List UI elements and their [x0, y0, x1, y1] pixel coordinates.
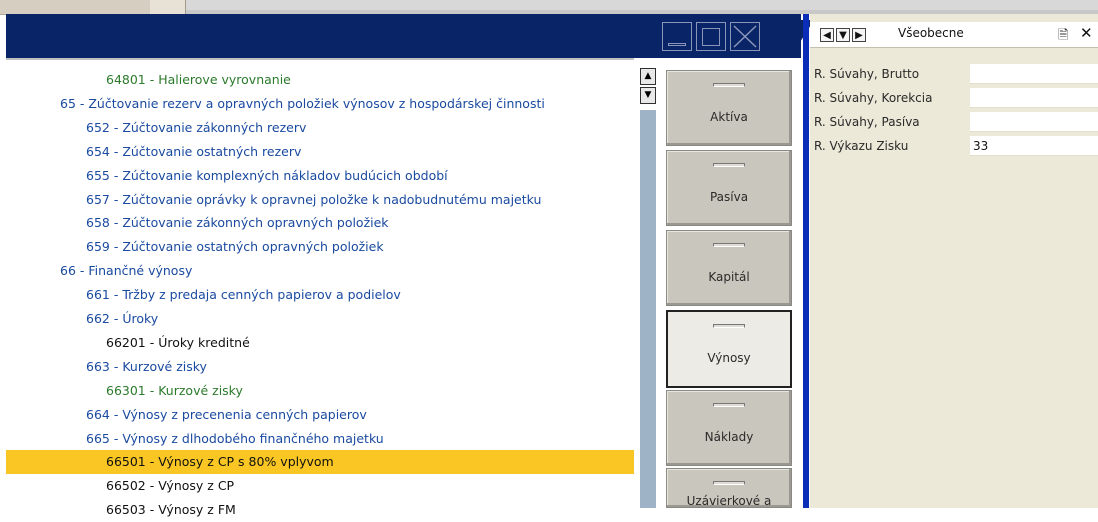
scroll-down-button[interactable]: ▼: [640, 87, 656, 104]
properties-header: ◀ ▼ ▶ Všeobecne 🗎 ✕: [810, 22, 1098, 48]
tab-pasiva[interactable]: Pasíva: [666, 150, 792, 226]
list-item[interactable]: 655 - Zúčtovanie komplexných nákladov bu…: [86, 164, 448, 188]
list-item[interactable]: 66503 - Výnosy z FM: [106, 498, 236, 522]
field-label: R. Súvahy, Brutto: [814, 67, 920, 81]
tab-label: Pasíva: [709, 190, 749, 204]
field-value-input[interactable]: [970, 64, 1098, 84]
list-item[interactable]: 66502 - Výnosy z CP: [106, 474, 234, 498]
list-item[interactable]: 66301 - Kurzové zisky: [106, 379, 243, 403]
field-label: R. Súvahy, Korekcia: [814, 91, 933, 105]
dropdown-arrow-icon: ▼: [839, 30, 847, 41]
field-label: R. Výkazu Zisku: [814, 139, 909, 153]
maximize-button[interactable]: [696, 22, 726, 51]
list-item[interactable]: 664 - Výnosy z precenenia cenných papier…: [86, 403, 367, 427]
drawer-handle-icon: [713, 243, 745, 247]
list-item[interactable]: 662 - Úroky: [86, 307, 158, 331]
list-item[interactable]: 64801 - Halierove vyrovnanie: [106, 68, 291, 92]
nav-next-button[interactable]: ▶: [852, 28, 866, 42]
list-item[interactable]: 665 - Výnosy z dlhodobého finančného maj…: [86, 427, 384, 451]
list-item[interactable]: 661 - Tržby z predaja cenných papierov a…: [86, 283, 401, 307]
minimize-icon: [668, 43, 686, 46]
tab-label: Náklady: [704, 430, 754, 444]
nav-next-icon: ▶: [855, 30, 863, 41]
tab-label: Uzávierkové a: [686, 494, 772, 508]
list-item[interactable]: 658 - Zúčtovanie zákonných opravných pol…: [86, 211, 389, 235]
list-item[interactable]: 654 - Zúčtovanie ostatných rezerv: [86, 140, 301, 164]
minimize-button[interactable]: [662, 22, 692, 51]
top-tab[interactable]: [0, 0, 150, 15]
list-item[interactable]: 652 - Zúčtovanie zákonných rezerv: [86, 116, 306, 140]
panel-separator[interactable]: [803, 14, 809, 508]
drawer-handle-icon: [713, 324, 745, 328]
panel-title: Všeobecne: [898, 26, 964, 40]
drawer-handle-icon: [713, 83, 745, 87]
tab-aktiva[interactable]: Aktíva: [666, 70, 792, 146]
top-tab-edge: [150, 0, 186, 14]
tab-label: Kapitál: [708, 270, 750, 284]
list-item[interactable]: 65 - Zúčtovanie rezerv a opravných polož…: [60, 92, 545, 116]
nav-prev-button[interactable]: ◀: [820, 28, 834, 42]
close-icon[interactable]: ✕: [1080, 24, 1093, 42]
drawer-handle-icon: [713, 403, 745, 407]
field-value-input[interactable]: [970, 112, 1098, 132]
maximize-icon: [702, 28, 720, 46]
close-icon: [733, 25, 757, 48]
list-scrollbar[interactable]: ▲ ▼: [638, 68, 660, 508]
scroll-up-button[interactable]: ▲: [640, 68, 656, 85]
close-window-button[interactable]: [730, 22, 760, 51]
window-title-bar: [6, 14, 801, 58]
field-label: R. Súvahy, Pasíva: [814, 115, 920, 129]
arrow-up-icon: ▲: [644, 71, 652, 81]
tab-label: Aktíva: [710, 110, 748, 124]
field-value-input[interactable]: 33: [970, 136, 1098, 156]
list-item[interactable]: 66201 - Úroky kreditné: [106, 331, 250, 355]
tab-naklady[interactable]: Náklady: [666, 390, 792, 466]
nav-dropdown-button[interactable]: ▼: [836, 28, 850, 42]
list-item-selected[interactable]: 66501 - Výnosy z CP s 80% vplyvom: [6, 450, 634, 475]
tab-label: Výnosy: [707, 351, 751, 365]
top-strip: [0, 0, 1098, 15]
drawer-handle-icon: [713, 481, 745, 485]
arrow-down-icon: ▼: [644, 90, 652, 100]
list-item[interactable]: 659 - Zúčtovanie ostatných opravných pol…: [86, 235, 384, 259]
scroll-track[interactable]: [640, 110, 656, 508]
drawer-handle-icon: [713, 163, 745, 167]
list-item[interactable]: 66 - Finančné výnosy: [60, 259, 192, 283]
document-icon[interactable]: 🗎: [1058, 26, 1068, 48]
tab-kapital[interactable]: Kapitál: [666, 230, 792, 306]
list-item[interactable]: 657 - Zúčtovanie oprávky k opravnej polo…: [86, 188, 541, 212]
category-tabs: Aktíva Pasíva Kapitál Výnosy Náklady Uzá…: [662, 64, 802, 508]
tab-vynosy[interactable]: Výnosy: [666, 310, 792, 388]
tab-uzavierkove[interactable]: Uzávierkové a: [666, 468, 792, 508]
list-item[interactable]: 663 - Kurzové zisky: [86, 355, 207, 379]
nav-prev-icon: ◀: [823, 30, 831, 41]
field-value-input[interactable]: [970, 88, 1098, 108]
account-tree-list[interactable]: 64801 - Halierove vyrovnanie 65 - Zúčtova…: [6, 58, 634, 517]
